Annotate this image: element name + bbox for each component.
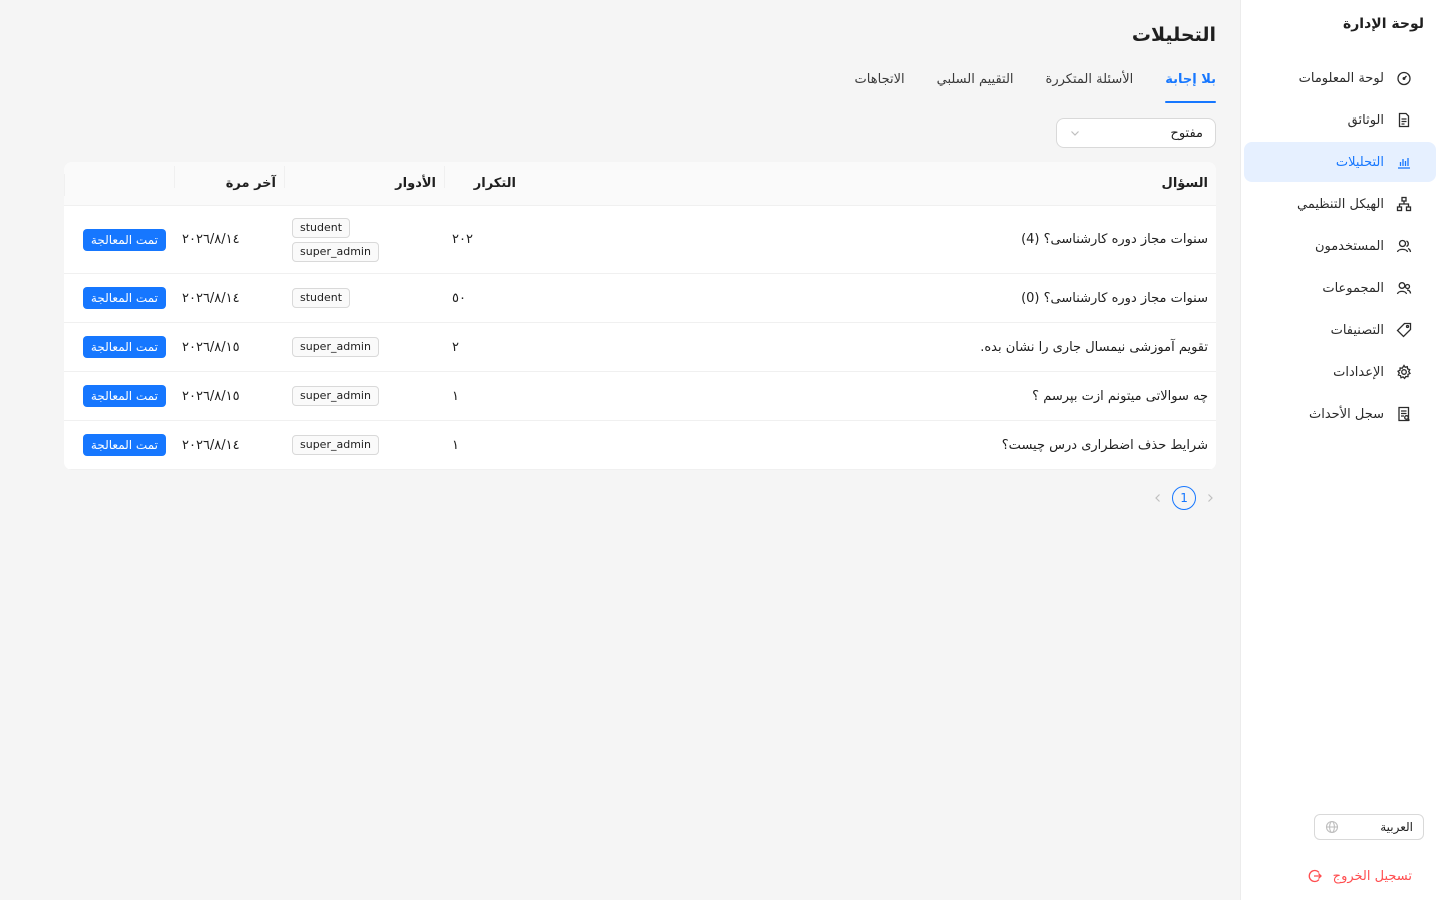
frequency-cell: ٥٠: [452, 290, 466, 306]
sidebar-item-org-structure[interactable]: الهيكل التنظيمي: [1244, 184, 1436, 224]
question-cell: شرایط حذف اضطراری درس چیست؟: [1001, 437, 1208, 453]
sidebar-item-groups[interactable]: المجموعات: [1244, 268, 1436, 308]
action-cell: تمت المعالجة: [64, 287, 174, 309]
sidebar-item-label: التصنيفات: [1330, 322, 1384, 338]
sidebar-item-documents[interactable]: الوثائق: [1244, 100, 1436, 140]
sidebar-item-label: سجل الأحداث: [1309, 406, 1384, 422]
role-tag: super_admin: [292, 241, 379, 262]
settings-icon: [1396, 364, 1412, 380]
last-time-cell: ٢٠٢٦/٨/١٤: [182, 290, 240, 306]
mark-processed-button[interactable]: تمت المعالجة: [82, 385, 166, 407]
tabs-bar: بلا إجابة الأسئلة المتكررة التقييم السلب…: [64, 72, 1216, 103]
logout-button[interactable]: تسجيل الخروج: [1307, 868, 1412, 884]
mark-processed-button[interactable]: تمت المعالجة: [82, 434, 166, 456]
roles-cell: student super_admin: [284, 217, 444, 262]
globe-icon: [1325, 820, 1339, 834]
next-page-icon[interactable]: [1204, 492, 1216, 504]
status-filter-value: مفتوح: [1170, 125, 1203, 141]
sidebar-item-label: الإعدادات: [1333, 364, 1384, 380]
table-row: سنوات مجاز دوره كارشناسی؟ (0) ٥٠ student…: [64, 274, 1216, 323]
roles-cell: super_admin: [284, 337, 444, 357]
language-value: العربية: [1380, 820, 1413, 834]
question-cell: چه سوالاتی میتونم ازت بپرسم ؟: [1032, 388, 1208, 404]
table-row: سنوات مجاز دوره كارشناسی؟ (4) ٢٠٢ studen…: [64, 206, 1216, 274]
audit-log-icon: [1396, 406, 1412, 422]
sidebar: لوحة الإدارة لوحة المعلومات الوثائق التح…: [1240, 0, 1440, 900]
table-header: السؤال التكرار الأدوار آخر مرة: [64, 162, 1216, 206]
question-cell: سنوات مجاز دوره كارشناسی؟ (4): [1021, 232, 1208, 247]
roles-cell: student: [284, 288, 444, 308]
bar-chart-icon: [1396, 154, 1412, 170]
column-header-question: السؤال: [1161, 176, 1208, 191]
dashboard-icon: [1396, 70, 1412, 86]
role-tag: super_admin: [292, 435, 379, 455]
sidebar-item-label: لوحة المعلومات: [1298, 70, 1384, 86]
sidebar-item-label: الوثائق: [1347, 112, 1384, 128]
mark-processed-button[interactable]: تمت المعالجة: [82, 228, 166, 251]
tab-negative-feedback[interactable]: التقييم السلبي: [937, 72, 1014, 101]
sidebar-item-label: المجموعات: [1322, 280, 1384, 296]
action-cell: تمت المعالجة: [64, 336, 174, 358]
table-row: شرایط حذف اضطراری درس چیست؟ ١ super_admi…: [64, 421, 1216, 470]
column-header-frequency: التكرار: [444, 166, 524, 191]
unanswered-table: السؤال التكرار الأدوار آخر مرة سنوات مجا…: [64, 162, 1216, 470]
sidebar-item-audit-log[interactable]: سجل الأحداث: [1244, 394, 1436, 434]
role-tag: student: [292, 288, 351, 308]
last-time-cell: ٢٠٢٦/٨/١٤: [182, 437, 240, 453]
table-row: چه سوالاتی میتونم ازت بپرسم ؟ ١ super_ad…: [64, 372, 1216, 421]
tab-trends[interactable]: الاتجاهات: [855, 72, 905, 101]
roles-cell: super_admin: [284, 386, 444, 406]
tab-frequent-questions[interactable]: الأسئلة المتكررة: [1046, 72, 1134, 101]
column-header-roles: الأدوار: [284, 166, 444, 191]
frequency-cell: ١: [452, 437, 459, 453]
sidebar-item-categories[interactable]: التصنيفات: [1244, 310, 1436, 350]
pagination: 1: [64, 486, 1216, 510]
sidebar-item-label: التحليلات: [1335, 154, 1384, 170]
last-time-cell: ٢٠٢٦/٨/١٥: [182, 388, 240, 404]
status-filter-select[interactable]: مفتوح: [1056, 118, 1216, 148]
frequency-cell: ٢٠٢: [452, 232, 473, 247]
roles-cell: super_admin: [284, 435, 444, 455]
frequency-cell: ١: [452, 388, 459, 404]
sidebar-nav: لوحة المعلومات الوثائق التحليلات الهيكل …: [1240, 56, 1440, 436]
question-cell: تقويم آموزشی نیمسال جاری را نشان بده.: [980, 339, 1208, 355]
chevron-down-icon: [1069, 127, 1081, 139]
language-select[interactable]: العربية: [1314, 814, 1424, 840]
brand-title: لوحة الإدارة: [1342, 16, 1424, 32]
table-row: تقويم آموزشی نیمسال جاری را نشان بده. ٢ …: [64, 323, 1216, 372]
logout-icon: [1308, 869, 1322, 883]
last-time-cell: ٢٠٢٦/٨/١٥: [182, 339, 240, 355]
main-content: التحليلات بلا إجابة الأسئلة المتكررة الت…: [64, 24, 1216, 510]
action-cell: تمت المعالجة: [64, 434, 174, 456]
action-cell: تمت المعالجة: [64, 385, 174, 407]
action-cell: تمت المعالجة: [64, 228, 174, 251]
question-cell: سنوات مجاز دوره كارشناسی؟ (0): [1021, 290, 1208, 306]
mark-processed-button[interactable]: تمت المعالجة: [82, 287, 166, 309]
app-root: لوحة الإدارة لوحة المعلومات الوثائق التح…: [0, 0, 1440, 900]
sidebar-item-users[interactable]: المستخدمون: [1244, 226, 1436, 266]
mark-processed-button[interactable]: تمت المعالجة: [82, 336, 166, 358]
prev-page-icon[interactable]: [1152, 492, 1164, 504]
groups-icon: [1396, 280, 1412, 296]
sidebar-item-analytics[interactable]: التحليلات: [1244, 142, 1436, 182]
sidebar-item-settings[interactable]: الإعدادات: [1244, 352, 1436, 392]
document-icon: [1396, 112, 1412, 128]
sidebar-item-dashboard[interactable]: لوحة المعلومات: [1244, 58, 1436, 98]
sidebar-item-label: الهيكل التنظيمي: [1296, 196, 1384, 212]
sidebar-item-label: المستخدمون: [1314, 238, 1384, 254]
page-number-current[interactable]: 1: [1172, 486, 1196, 510]
role-tag: student: [292, 217, 351, 238]
users-icon: [1396, 238, 1412, 254]
logout-label: تسجيل الخروج: [1332, 868, 1412, 884]
frequency-cell: ٢: [452, 339, 459, 355]
last-time-cell: ٢٠٢٦/٨/١٤: [182, 232, 240, 247]
tab-unanswered[interactable]: بلا إجابة: [1165, 72, 1216, 103]
role-tag: super_admin: [292, 386, 379, 406]
column-header-last-time: آخر مرة: [174, 166, 284, 191]
role-tag: super_admin: [292, 337, 379, 357]
page-title: التحليلات: [1131, 24, 1216, 46]
tag-icon: [1396, 322, 1412, 338]
org-chart-icon: [1396, 196, 1412, 212]
